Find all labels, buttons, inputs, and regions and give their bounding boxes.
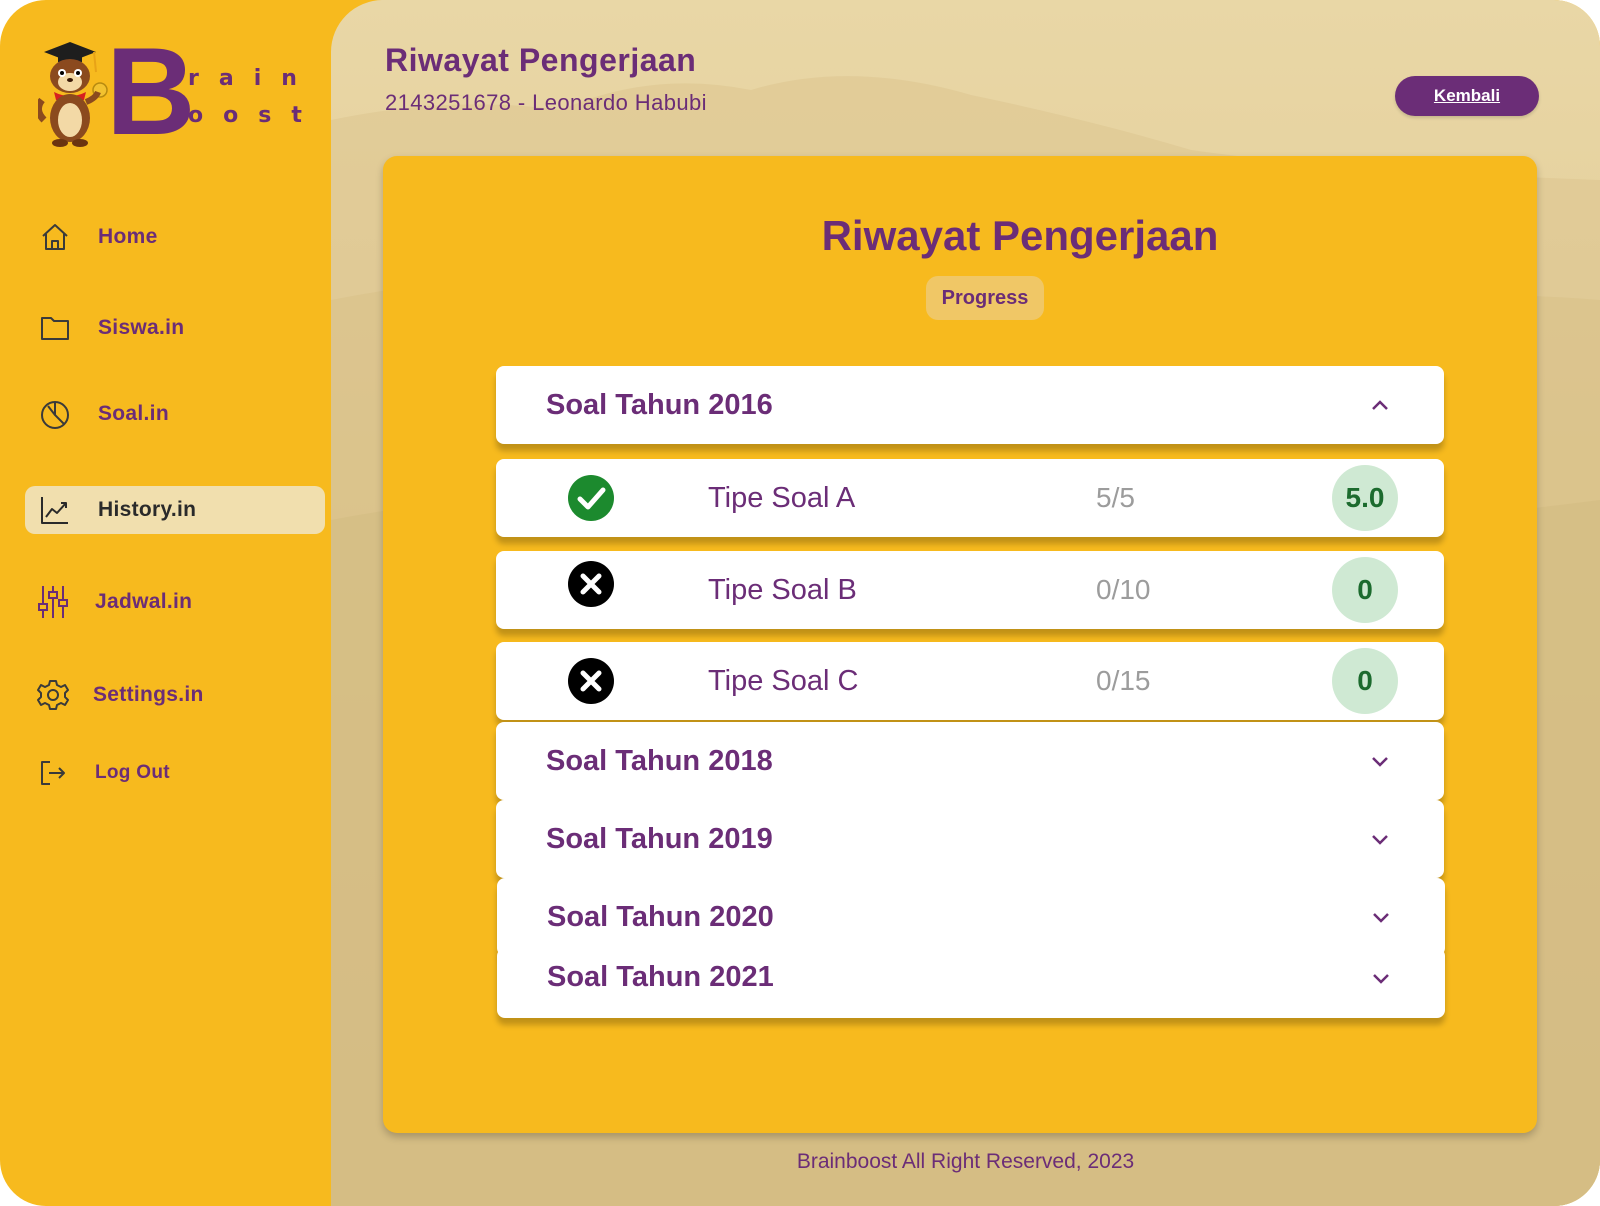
chevron-down-icon [1372,835,1388,845]
sidebar-item-label: Log Out [95,762,170,783]
student-info: 2143251678 - Leonardo Habubi [385,90,707,115]
footer-copyright: Brainboost All Right Reserved, 2023 [796,1150,1135,1173]
sidebar-item-history[interactable]: History.in [25,486,325,534]
sidebar-item-home[interactable]: Home [25,213,325,261]
brainboost-logo[interactable]: B rain oost [38,30,302,155]
x-icon [568,658,614,704]
page-title: Riwayat Pengerjaan [385,42,697,78]
item-name: Tipe Soal A [708,481,856,514]
sidebar: B rain oost Home Siswa.in Soal.in Histor… [0,0,333,1206]
chevron-up-icon [1372,400,1388,410]
app-window: B rain oost Home Siswa.in Soal.in Histor… [0,0,1600,1206]
home-icon [35,217,75,257]
check-icon [568,475,614,521]
accordion-header-2016[interactable]: Soal Tahun 2016 [496,366,1444,444]
accordion-header-2020[interactable]: Soal Tahun 2020 [497,878,1445,956]
item-count: 0/15 [1096,665,1151,696]
sidebar-item-jadwal[interactable]: Jadwal.in [25,578,325,626]
folder-icon [35,308,75,348]
accordion-header-2018[interactable]: Soal Tahun 2018 [496,722,1444,800]
history-panel: Riwayat Pengerjaan Progress Soal Tahun 2… [383,156,1537,1133]
accordion-title: Soal Tahun 2021 [547,960,774,993]
back-button[interactable]: Kembali [1395,76,1539,116]
score-badge: 5.0 [1332,465,1398,531]
sidebar-item-soal[interactable]: Soal.in [25,390,325,438]
x-icon [568,561,614,607]
score-badge: 0 [1332,648,1398,714]
sidebar-item-label: Soal.in [98,402,169,425]
list-item-tipe-soal-c[interactable]: Tipe Soal C 0/15 0 [496,642,1444,720]
chevron-down-icon [1373,974,1389,984]
sliders-icon [33,582,73,622]
accordion-header-2021[interactable]: Soal Tahun 2021 [497,948,1445,1018]
accordion-title: Soal Tahun 2018 [546,744,773,777]
accordion-title: Soal Tahun 2016 [546,388,773,421]
logout-icon [33,753,73,793]
list-item-tipe-soal-a[interactable]: Tipe Soal A 5/5 5.0 [496,459,1444,537]
panel-title: Riwayat Pengerjaan [821,212,1219,259]
pie-chart-icon [35,394,75,434]
item-name: Tipe Soal C [708,664,859,697]
sidebar-item-siswa[interactable]: Siswa.in [25,304,325,352]
score-badge: 0 [1332,557,1398,623]
logo-text-rain: rain [188,66,317,91]
main-content: Riwayat Pengerjaan 2143251678 - Leonardo… [331,0,1600,1206]
sidebar-item-label: Settings.in [93,683,204,706]
mascot-icon [38,42,108,147]
item-count: 5/5 [1096,482,1135,513]
sidebar-item-label: Home [98,225,158,248]
sidebar-item-label: Siswa.in [98,316,185,339]
chevron-down-icon [1372,757,1388,767]
logo-text-oost: oost [188,103,322,128]
sidebar-item-settings[interactable]: Settings.in [25,671,325,719]
gear-icon [33,675,73,715]
logo-letter-b: B [106,23,196,161]
accordion-header-2019[interactable]: Soal Tahun 2019 [496,800,1444,878]
item-count: 0/10 [1096,574,1151,605]
item-name: Tipe Soal B [708,573,857,606]
accordion-title: Soal Tahun 2020 [547,900,774,933]
chevron-down-icon [1373,913,1389,923]
sidebar-item-label: Jadwal.in [95,590,193,613]
tab-progress[interactable]: Progress [926,276,1044,320]
list-item-tipe-soal-b[interactable]: Tipe Soal B 0/10 0 [496,551,1444,629]
sidebar-item-label: History.in [98,498,197,521]
accordion-title: Soal Tahun 2019 [546,822,773,855]
trend-chart-icon [35,490,75,530]
sidebar-item-logout[interactable]: Log Out [25,749,325,797]
